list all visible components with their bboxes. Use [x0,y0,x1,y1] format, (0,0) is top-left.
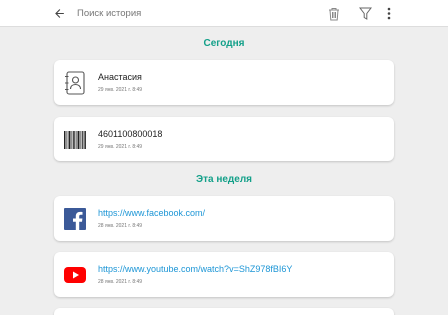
more-vert-icon[interactable] [382,0,396,27]
filter-icon[interactable] [356,0,374,27]
section-header-this-week: Эта неделя [195,174,253,185]
history-item-barcode[interactable]: 4601100800018 29 янв. 2021 г. 8:49 [54,117,394,161]
facebook-icon [63,206,87,232]
top-app-bar: Поиск история [0,0,448,27]
item-date: 28 янв. 2021 г. 8:49 [98,279,143,285]
barcode-icon [63,127,87,153]
back-arrow-icon[interactable] [49,0,69,27]
item-date: 29 янв. 2021 г. 8:49 [98,87,143,93]
item-title[interactable]: https://www.youtube.com/watch?v=ShZ978fB… [98,264,292,274]
history-item-youtube[interactable]: https://www.youtube.com/watch?v=ShZ978fB… [54,252,394,297]
item-title: Анастасия [98,72,142,82]
history-item-contact[interactable]: Анастасия 29 янв. 2021 г. 8:49 [54,60,394,105]
history-item-partial[interactable] [54,308,394,315]
history-item-facebook[interactable]: https://www.facebook.com/ 28 янв. 2021 г… [54,196,394,241]
item-date: 28 янв. 2021 г. 8:49 [98,223,143,229]
item-title: 4601100800018 [98,129,163,139]
trash-icon[interactable] [325,0,343,27]
section-header-today: Сегодня [203,38,245,49]
item-title[interactable]: https://www.facebook.com/ [98,208,205,218]
youtube-icon [63,262,87,288]
item-date: 29 янв. 2021 г. 8:49 [98,144,143,150]
contact-card-icon [63,70,87,96]
search-input[interactable]: Поиск история [77,8,141,19]
